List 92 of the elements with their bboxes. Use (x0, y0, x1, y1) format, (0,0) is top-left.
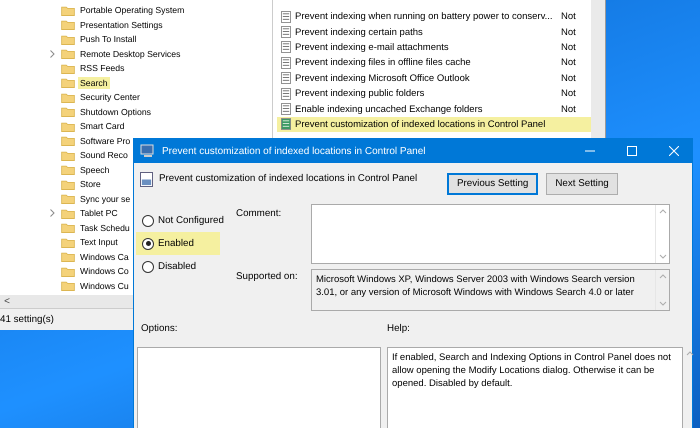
radio-button[interactable] (142, 260, 154, 272)
tree-item[interactable]: Sync your se (78, 192, 132, 205)
tree-item[interactable]: Software Pro (78, 134, 132, 147)
folder-icon (61, 208, 75, 219)
policy-icon (140, 172, 153, 187)
tree-item[interactable]: RSS Feeds (78, 62, 126, 74)
policy-icon (281, 41, 291, 54)
setting-name[interactable]: Prevent indexing public folders (295, 88, 557, 100)
supported-text: Microsoft Windows XP, Windows Server 2003 with Windows Search version 3.01, or any version of Microsoft Windows with Windows Search 4.0 or later (315, 273, 636, 300)
maximize-icon[interactable] (627, 146, 637, 156)
folder-icon (61, 4, 75, 16)
expand-icon[interactable] (50, 209, 55, 218)
folder-icon (61, 280, 75, 292)
tree-item[interactable]: Smart Card (78, 120, 126, 132)
folder-icon (61, 178, 75, 190)
tree-item[interactable]: Windows Cu (78, 280, 131, 292)
setting-state: Not (561, 88, 576, 100)
tree-item[interactable]: Text Input (78, 236, 120, 248)
tree-item[interactable]: Store (78, 178, 103, 190)
help-text: If enabled, Search and Indexing Options in Control Panel does not allow opening the Modify Locations dialog. Otherwise it can be opened. Disabled by default. (391, 351, 672, 391)
setting-state: Not (561, 104, 576, 115)
radio-label[interactable]: Not Configured (158, 215, 224, 226)
folder-icon (61, 193, 75, 204)
setting-name[interactable]: Prevent indexing when running on battery power to conserv... (295, 11, 557, 22)
help-label: Help: (387, 323, 411, 334)
setting-name[interactable]: Prevent indexing files in offline files cache (295, 57, 557, 68)
tree-item[interactable]: Remote Desktop Services (78, 48, 182, 60)
tree-item[interactable]: Tablet PC (78, 207, 120, 220)
scroll-left-button[interactable]: < (0, 296, 14, 307)
setting-button[interactable]: Previous Setting (447, 172, 538, 194)
setting-state: Not (561, 26, 576, 38)
policy-icon (281, 26, 291, 38)
setting-state: Not (561, 57, 576, 68)
folder-icon (61, 62, 75, 74)
policy-icon (281, 103, 291, 116)
tree-item[interactable]: Push To Install (78, 33, 138, 46)
folder-icon (61, 77, 75, 88)
tree-item[interactable]: Shutdown Options (78, 106, 153, 118)
setting-name[interactable]: Prevent indexing Microsoft Office Outlook (295, 72, 557, 84)
folder-icon (61, 135, 75, 146)
radio-button[interactable] (142, 214, 154, 226)
setting-name[interactable]: Prevent indexing e-mail attachments (295, 42, 557, 53)
scroll-down-icon[interactable] (658, 254, 666, 260)
folder-icon (61, 120, 75, 132)
folder-icon (61, 164, 75, 176)
radio-label[interactable]: Enabled (158, 238, 194, 249)
setting-state: Not (561, 42, 576, 53)
folder-icon (61, 48, 75, 60)
policy-icon (281, 88, 291, 100)
tree-item[interactable]: Search (78, 76, 110, 89)
setting-name[interactable]: Prevent customization of indexed locations in Control Panel (295, 118, 557, 130)
close-icon[interactable] (669, 146, 679, 156)
expand-icon[interactable] (50, 50, 55, 58)
policy-icon (281, 10, 291, 23)
tree-item[interactable]: Security Center (78, 91, 142, 104)
folder-icon (61, 106, 75, 118)
scroll-up-icon[interactable] (658, 208, 666, 214)
folder-icon (61, 19, 75, 30)
comment-label: Comment: (236, 208, 282, 219)
computer-icon (140, 144, 156, 158)
folder-icon (61, 92, 75, 103)
radio-button[interactable] (142, 238, 154, 250)
policy-icon (281, 56, 291, 69)
setting-name[interactable]: Enable indexing uncached Exchange folders (295, 104, 557, 115)
setting-state: Not (561, 72, 576, 84)
tree-item[interactable]: Task Schedu (78, 222, 132, 234)
tree-item[interactable]: Speech (78, 164, 112, 176)
folder-icon (61, 251, 75, 262)
selected-setting-row[interactable]: Prevent customization of indexed locations in Control Panel (277, 116, 591, 132)
folder-icon (61, 222, 75, 234)
folder-icon (61, 236, 75, 248)
options-label: Options: (140, 323, 178, 334)
policy-icon (281, 118, 291, 130)
radio-label[interactable]: Disabled (158, 261, 196, 272)
window-title: Prevent customization of indexed locations in Control Panel (162, 146, 426, 156)
folder-icon (61, 150, 75, 161)
policy-heading: Prevent customization of indexed locations in Control Panel (159, 173, 418, 184)
tree-item[interactable]: Sound Reco (78, 149, 130, 162)
folder-icon (61, 34, 75, 45)
comment-field[interactable] (311, 204, 670, 264)
setting-name[interactable]: Prevent indexing certain paths (295, 26, 557, 38)
tree-item[interactable]: Presentation Settings (78, 18, 165, 31)
setting-state: Not (561, 11, 576, 22)
tree-item[interactable]: Portable Operating System (78, 4, 186, 16)
tree-item[interactable]: Windows Co (78, 265, 131, 278)
scroll-up-icon[interactable] (686, 350, 694, 356)
supported-label: Supported on: (236, 271, 299, 282)
status-text: 41 setting(s) (0, 314, 54, 325)
setting-button[interactable]: Next Setting (546, 172, 618, 194)
tree-item[interactable]: Windows Ca (78, 250, 131, 263)
policy-icon (281, 72, 291, 84)
folder-icon (61, 266, 75, 277)
